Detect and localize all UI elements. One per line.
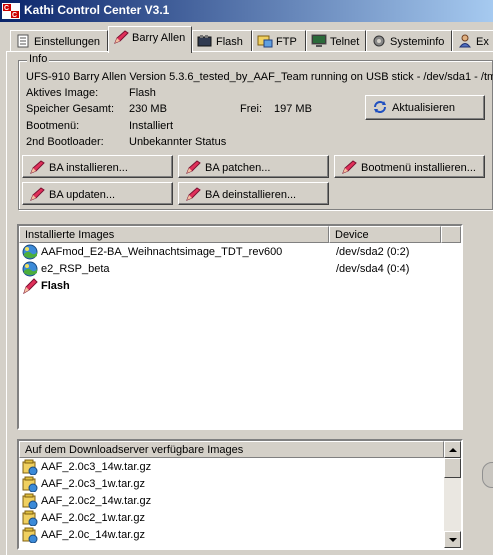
svg-text:C: C	[12, 12, 17, 19]
list-item[interactable]: AAF_2.0c_14w.tar.gz	[22, 527, 432, 543]
ftp-icon	[257, 35, 273, 48]
pen-icon	[30, 160, 45, 174]
monitor-icon	[311, 34, 327, 47]
tab-einstellungen[interactable]: Einstellungen	[10, 30, 108, 52]
pen-icon	[30, 187, 45, 201]
download-images-list[interactable]: Auf dem Downloadserver verfügbare Images…	[17, 439, 463, 550]
scroll-up-button[interactable]	[444, 441, 461, 458]
flash-icon	[197, 35, 212, 47]
ba-uninstall-button[interactable]: BA deinstallieren...	[178, 182, 329, 205]
arrow-up-icon	[449, 448, 457, 452]
storage-total-label: Speicher Gesamt:	[26, 103, 115, 115]
bootmenu-install-button[interactable]: Bootmenü installieren...	[334, 155, 485, 178]
column-header-download[interactable]: Auf dem Downloadserver verfügbare Images	[19, 441, 444, 458]
pen-icon	[186, 160, 201, 174]
archive-icon	[22, 459, 38, 475]
bootloader-value: Unbekannter Status	[129, 136, 227, 148]
ba-install-button[interactable]: BA installieren...	[22, 155, 173, 178]
bootmenu-label: Bootmenü:	[26, 120, 80, 132]
window-title: Kathi Control Center V3.1	[24, 3, 170, 17]
scroll-thumb[interactable]	[444, 458, 461, 478]
free-value: 197 MB	[274, 103, 312, 115]
tab-telnet[interactable]: Telnet	[306, 30, 366, 52]
app-icon: C C	[2, 3, 20, 19]
list-item[interactable]: e2_RSP_beta /dev/sda4 (0:4)	[22, 261, 452, 277]
list-item[interactable]: AAF_2.0c3_14w.tar.gz	[22, 459, 432, 475]
active-image-value: Flash	[129, 87, 156, 99]
document-icon	[17, 34, 29, 48]
storage-total-value: 230 MB	[129, 103, 167, 115]
scroll-down-button[interactable]	[444, 531, 461, 548]
gear-icon	[373, 35, 385, 47]
column-header-filler	[441, 226, 461, 243]
bootloader-label: 2nd Bootloader:	[26, 136, 104, 148]
archive-icon	[22, 476, 38, 492]
list-item[interactable]: Flash	[22, 278, 452, 294]
tab-strip: Einstellungen Barry Allen Flash FTP Teln…	[0, 26, 493, 53]
side-action-button[interactable]	[482, 462, 493, 488]
person-icon	[459, 34, 471, 48]
image-icon	[22, 261, 38, 277]
svg-text:C: C	[4, 5, 9, 12]
pen-icon	[342, 160, 357, 174]
title-bar: C C Kathi Control Center V3.1	[0, 0, 493, 22]
tab-barry-allen[interactable]: Barry Allen	[108, 26, 192, 53]
info-group-legend: Info	[27, 53, 50, 65]
ba-patch-button[interactable]: BA patchen...	[178, 155, 329, 178]
pen-icon	[114, 30, 129, 44]
download-list-scrollbar[interactable]	[444, 441, 461, 548]
list-item[interactable]: AAF_2.0c2_14w.tar.gz	[22, 493, 432, 509]
tab-ftp[interactable]: FTP	[252, 30, 306, 52]
image-icon	[22, 244, 38, 260]
column-header-images[interactable]: Installierte Images	[19, 226, 329, 243]
arrow-down-icon	[449, 538, 457, 542]
refresh-icon	[374, 101, 386, 113]
pen-icon	[186, 187, 201, 201]
archive-icon	[22, 527, 38, 543]
installed-images-list[interactable]: Installierte Images Device AAFmod_E2-BA_…	[17, 224, 463, 430]
tab-flash[interactable]: Flash	[192, 30, 252, 52]
tab-ex[interactable]: Ex	[452, 30, 493, 52]
archive-icon	[22, 510, 38, 526]
bootmenu-value: Installiert	[129, 120, 174, 132]
column-header-device[interactable]: Device	[329, 226, 441, 243]
free-label: Frei:	[240, 103, 262, 115]
archive-icon	[22, 493, 38, 509]
list-item[interactable]: AAF_2.0c3_1w.tar.gz	[22, 476, 432, 492]
list-item[interactable]: AAFmod_E2-BA_Weihnachtsimage_TDT_rev600 …	[22, 244, 452, 260]
list-item[interactable]: AAF_2.0c2_1w.tar.gz	[22, 510, 432, 526]
active-image-label: Aktives Image:	[26, 87, 99, 99]
ba-update-button[interactable]: BA updaten...	[22, 182, 173, 205]
refresh-button[interactable]: Aktualisieren	[365, 95, 485, 120]
version-line: UFS-910 Barry Allen Version 5.3.6_tested…	[26, 71, 493, 83]
pen-icon	[23, 278, 38, 294]
tab-systeminfo[interactable]: Systeminfo	[366, 30, 452, 52]
